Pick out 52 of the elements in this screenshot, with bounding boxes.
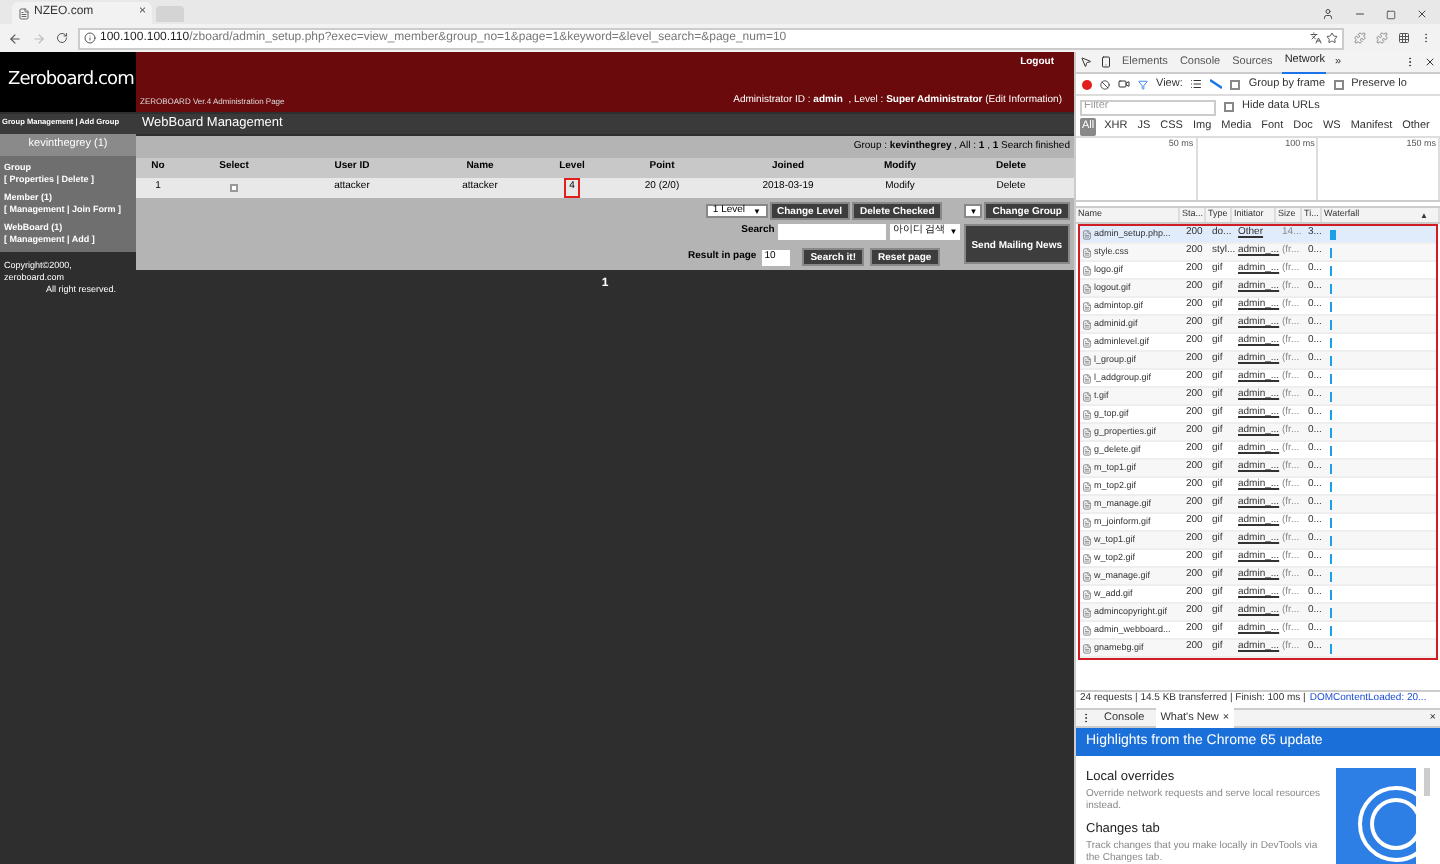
- bookmark-star-icon[interactable]: [1326, 32, 1338, 44]
- filter-icon[interactable]: [1138, 79, 1148, 89]
- file-icon: [1082, 247, 1092, 257]
- logo: Zeroboard.com: [0, 52, 136, 112]
- profile-icon[interactable]: [1322, 8, 1334, 20]
- extension-icon[interactable]: [1398, 32, 1410, 44]
- file-icon: [1082, 391, 1092, 401]
- page-icon: [18, 7, 30, 19]
- file-icon: [1082, 607, 1092, 617]
- file-icon: [1082, 337, 1092, 347]
- select-checkbox[interactable]: [230, 184, 238, 192]
- file-icon: [1082, 283, 1092, 293]
- record-icon[interactable]: [1082, 79, 1092, 89]
- info-icon: [84, 32, 96, 44]
- checkbox[interactable]: [1333, 79, 1344, 89]
- device-toolbar-icon[interactable]: [1100, 56, 1112, 68]
- file-icon: [1082, 553, 1092, 563]
- file-icon: [1082, 301, 1092, 311]
- file-icon: [1082, 463, 1092, 473]
- reload-icon[interactable]: [56, 32, 68, 44]
- file-icon: [1082, 643, 1092, 653]
- file-icon: [1082, 481, 1092, 491]
- translate-icon[interactable]: [1310, 32, 1322, 44]
- file-icon: [1082, 427, 1092, 437]
- list-view-icon[interactable]: [1190, 78, 1203, 90]
- file-icon: [1082, 499, 1092, 509]
- file-icon: [1082, 229, 1092, 239]
- file-icon: [1082, 355, 1092, 365]
- close-icon[interactable]: [1416, 8, 1428, 20]
- close-icon[interactable]: [1424, 56, 1436, 68]
- file-icon: [1082, 589, 1092, 599]
- file-icon: [1082, 409, 1092, 419]
- file-icon: [1082, 571, 1092, 581]
- file-icon: [1082, 517, 1092, 527]
- file-icon: [1082, 535, 1092, 545]
- checkbox[interactable]: [1230, 79, 1241, 89]
- file-icon: [1082, 265, 1092, 275]
- camera-icon[interactable]: [1118, 78, 1130, 90]
- minimize-icon[interactable]: [1354, 8, 1366, 20]
- scrollbar[interactable]: [1424, 768, 1430, 796]
- file-icon: [1082, 625, 1092, 635]
- waterfall-bar: [1330, 229, 1336, 239]
- file-icon: [1082, 445, 1092, 455]
- file-icon: [1082, 319, 1092, 329]
- file-icon: [1082, 373, 1092, 383]
- clear-icon[interactable]: [1100, 79, 1110, 89]
- checkbox[interactable]: [1224, 102, 1234, 112]
- inspect-icon[interactable]: [1080, 56, 1092, 68]
- search-field[interactable]: [778, 224, 887, 240]
- waterfall-view-icon[interactable]: [1210, 78, 1223, 90]
- back-icon[interactable]: [8, 31, 22, 45]
- restore-icon[interactable]: [1386, 9, 1396, 19]
